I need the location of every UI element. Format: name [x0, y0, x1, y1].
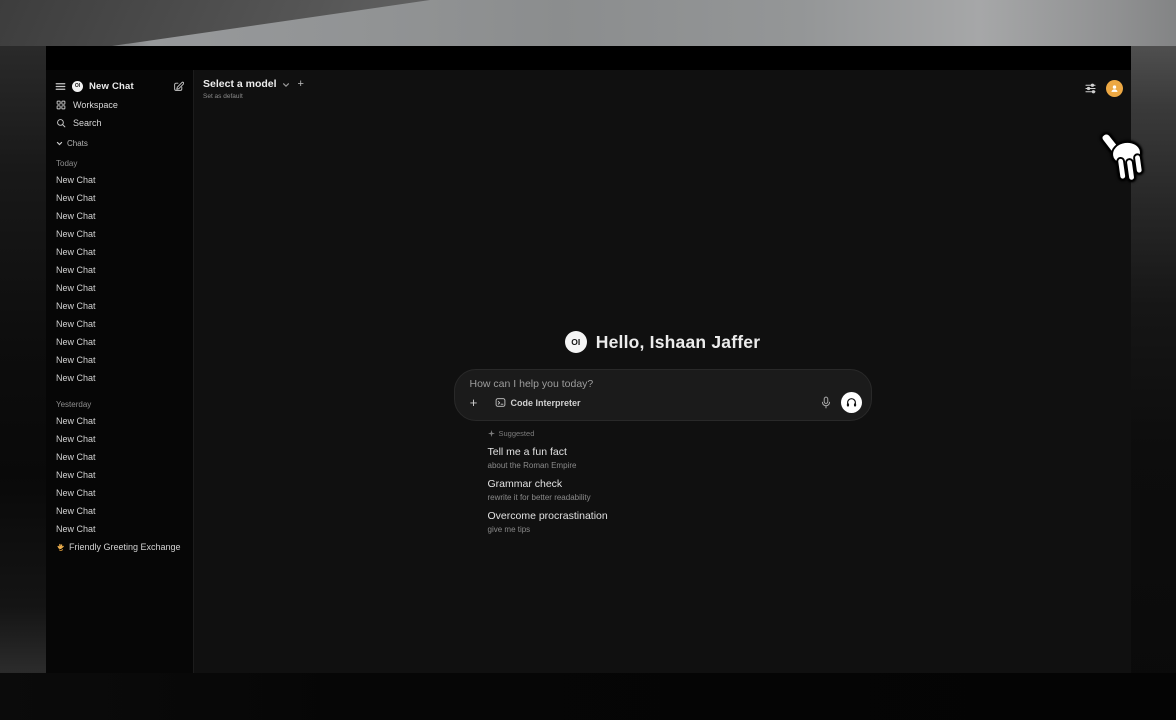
chat-item[interactable]: New Chat	[53, 430, 186, 448]
sidebar-item-workspace[interactable]: Workspace	[53, 96, 186, 114]
suggested-label: Suggested	[499, 429, 535, 438]
model-selector-button[interactable]: Select a model	[203, 78, 277, 90]
add-model-button[interactable]: +	[298, 79, 304, 89]
chat-item[interactable]: New Chat	[53, 315, 186, 333]
search-icon	[56, 118, 66, 128]
app-logo-icon: OI	[565, 331, 587, 353]
chat-item[interactable]: New Chat	[53, 412, 186, 430]
search-label: Search	[73, 118, 102, 128]
code-interpreter-label: Code Interpreter	[511, 398, 581, 408]
window-top-strip	[46, 46, 1131, 70]
desktop-wallpaper-left	[0, 46, 46, 720]
chat-item[interactable]: New Chat	[53, 297, 186, 315]
suggested-prompt-subtitle: rewrite it for better readability	[488, 493, 872, 502]
open-webui-window: OI New Chat Workspace	[46, 46, 1131, 673]
suggested-prompt[interactable]: Tell me a fun fact about the Roman Empir…	[488, 446, 872, 470]
message-composer[interactable]: + Code Interpreter	[454, 369, 872, 421]
greeting: OI Hello, Ishaan Jaffer	[454, 328, 872, 356]
voice-call-button[interactable]	[841, 392, 862, 413]
suggested-prompt-title: Overcome procrastination	[488, 510, 872, 523]
chat-item[interactable]: New Chat	[53, 520, 186, 538]
workspace-grid-icon	[56, 100, 66, 110]
suggested-header: Suggested	[488, 428, 872, 438]
chat-item[interactable]: New Chat	[53, 261, 186, 279]
model-selector: Select a model + Set as default	[203, 78, 304, 100]
code-interpreter-toggle[interactable]: Code Interpreter	[495, 397, 581, 408]
chat-item[interactable]: New Chat	[53, 243, 186, 261]
suggested-prompt[interactable]: Grammar check rewrite it for better read…	[488, 478, 872, 502]
chat-item[interactable]: New Chat	[53, 171, 186, 189]
composer-toolbar: + Code Interpreter	[466, 392, 862, 413]
chat-item-label: Friendly Greeting Exchange	[69, 542, 181, 552]
header-actions	[1084, 78, 1123, 97]
headphones-icon	[845, 396, 858, 409]
chat-item[interactable]: New Chat	[53, 484, 186, 502]
set-as-default-link[interactable]: Set as default	[203, 93, 304, 100]
sidebar-header: OI New Chat	[53, 76, 186, 96]
chats-label: Chats	[67, 139, 88, 148]
hand-cursor	[1100, 128, 1154, 186]
chat-item[interactable]: New Chat	[53, 369, 186, 387]
suggested-prompt-subtitle: about the Roman Empire	[488, 461, 872, 470]
sparkle-icon	[488, 430, 495, 437]
desktop-wallpaper-bottom	[0, 673, 1176, 720]
terminal-icon	[495, 397, 506, 408]
chat-item[interactable]: New Chat	[53, 502, 186, 520]
app-logo-icon: OI	[72, 81, 83, 92]
chat-item[interactable]: New Chat	[53, 466, 186, 484]
attach-plus-button[interactable]: +	[466, 396, 482, 410]
chat-item[interactable]: New Chat	[53, 279, 186, 297]
suggested-prompt-title: Tell me a fun fact	[488, 446, 872, 459]
chat-item[interactable]: New Chat	[53, 351, 186, 369]
sidebar-toggle-icon[interactable]	[55, 81, 66, 92]
suggested-prompt-title: Grammar check	[488, 478, 872, 491]
suggested-prompt[interactable]: Overcome procrastination give me tips	[488, 510, 872, 534]
microphone-icon[interactable]	[820, 396, 832, 409]
sidebar: OI New Chat Workspace	[46, 70, 194, 673]
chat-item[interactable]: New Chat	[53, 207, 186, 225]
chat-group-label-yesterday: Yesterday	[53, 396, 186, 412]
chat-item[interactable]: New Chat	[53, 189, 186, 207]
suggested-prompts: Suggested Tell me a fun fact about the R…	[454, 428, 872, 534]
chat-item[interactable]: New Chat	[53, 225, 186, 243]
main-header: Select a model + Set as default	[194, 70, 1131, 100]
chats-section-header[interactable]: Chats	[53, 136, 186, 150]
sidebar-item-search[interactable]: Search	[53, 114, 186, 132]
greeting-text: Hello, Ishaan Jaffer	[596, 332, 760, 353]
message-input[interactable]	[470, 376, 856, 392]
controls-sliders-icon[interactable]	[1084, 82, 1097, 95]
desktop: OI New Chat Workspace	[0, 0, 1176, 720]
sidebar-title: New Chat	[89, 81, 134, 92]
main-area: Select a model + Set as default	[194, 70, 1131, 673]
chevron-down-icon[interactable]	[282, 81, 290, 89]
new-chat-icon[interactable]	[173, 81, 184, 92]
workspace-label: Workspace	[73, 100, 118, 110]
chat-item-friendly-greeting[interactable]: Friendly Greeting Exchange	[53, 538, 186, 556]
chat-item[interactable]: New Chat	[53, 448, 186, 466]
chat-item[interactable]: New Chat	[53, 333, 186, 351]
wave-emoji-icon	[56, 543, 65, 552]
chat-group-label-today: Today	[53, 155, 186, 171]
chevron-down-icon	[56, 140, 63, 147]
user-avatar[interactable]	[1106, 80, 1123, 97]
suggested-prompt-subtitle: give me tips	[488, 525, 872, 534]
home-hero: OI Hello, Ishaan Jaffer + Code Interpret…	[454, 328, 872, 534]
